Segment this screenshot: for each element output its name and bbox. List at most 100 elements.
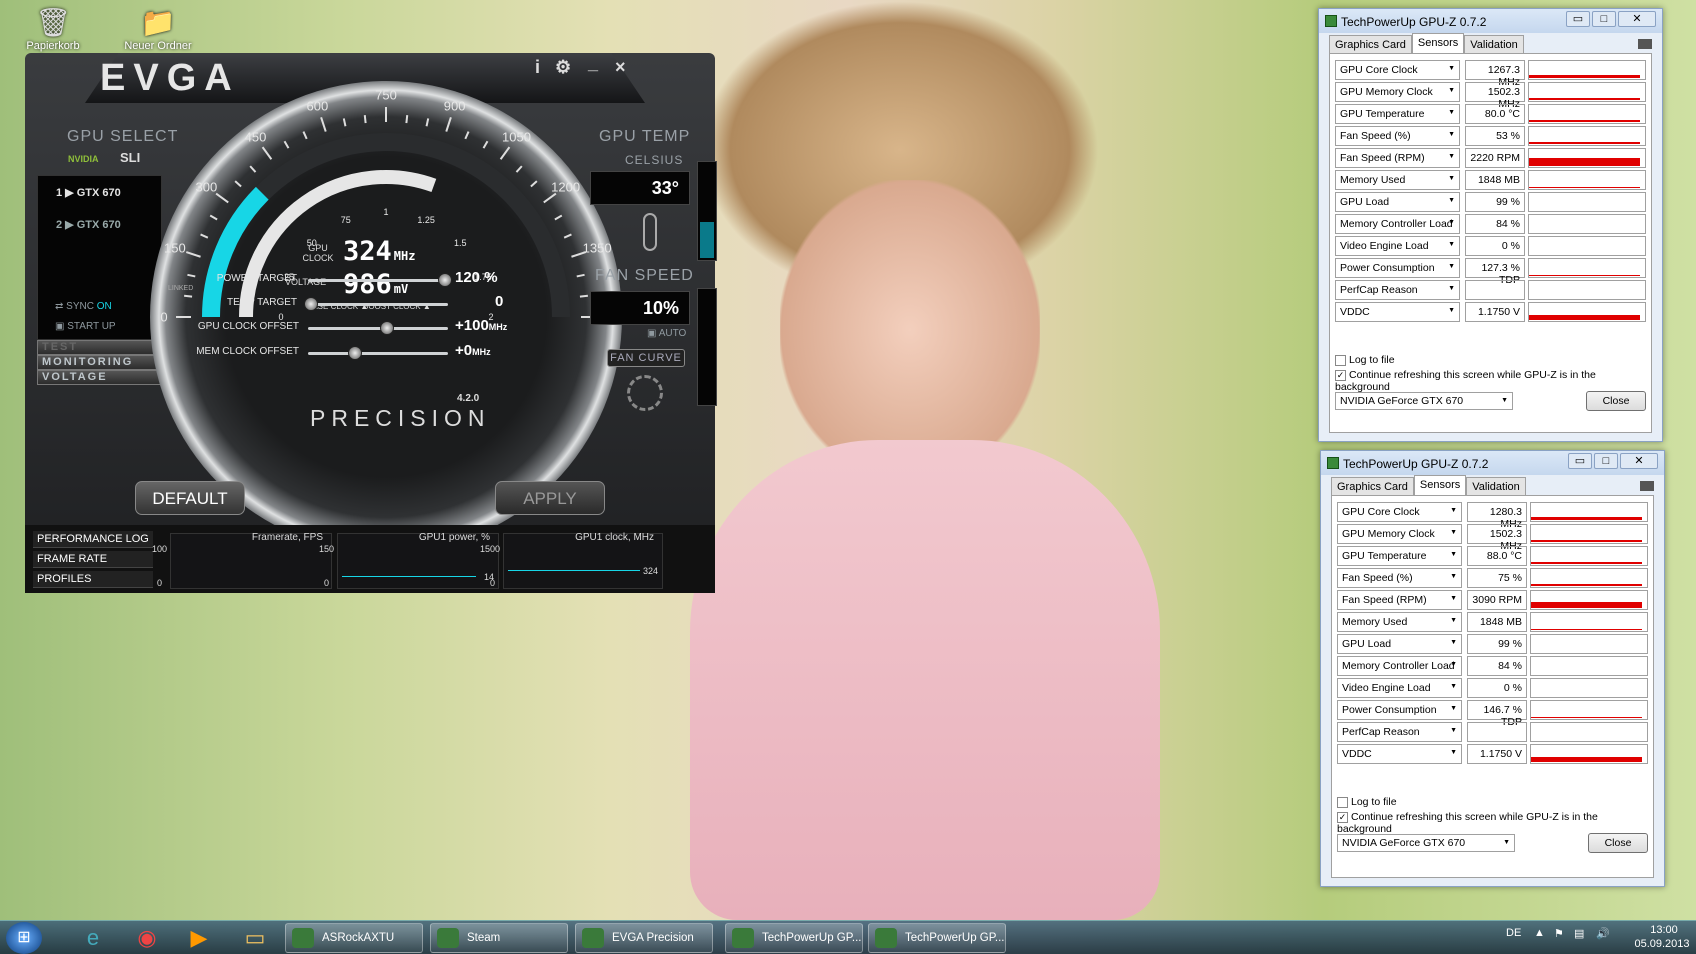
slider-track[interactable] (308, 346, 448, 360)
sensor-graph-bar (1529, 275, 1641, 276)
monitor-graph[interactable]: Framerate, FPS 100 0 (152, 532, 332, 589)
sensor-name-dropdown[interactable]: Video Engine Load (1335, 236, 1460, 256)
sensor-name-dropdown[interactable]: Memory Controller Load (1335, 214, 1460, 234)
sensor-name-dropdown[interactable]: Memory Used (1337, 612, 1462, 632)
log-to-file-checkbox[interactable]: Log to file (1337, 796, 1397, 808)
sensor-name-dropdown[interactable]: Fan Speed (%) (1337, 568, 1462, 588)
tab-sensors[interactable]: Sensors (1411, 33, 1465, 54)
tab-graphics-card[interactable]: Graphics Card (1329, 35, 1412, 54)
sensor-name-dropdown[interactable]: VDDC (1335, 302, 1460, 322)
monitor-graph[interactable]: GPU1 power, % 150 0 14 (319, 532, 499, 589)
network-icon[interactable]: ▤ (1574, 927, 1584, 940)
sensor-value: MAX88.0 °C (1467, 546, 1612, 566)
taskbar-item[interactable]: Steam (430, 923, 568, 953)
chrome-icon[interactable]: ◉ (124, 923, 170, 953)
sensor-name-dropdown[interactable]: Fan Speed (%) (1335, 126, 1460, 146)
sensor-name-dropdown[interactable]: GPU Load (1337, 634, 1462, 654)
frame-rate-target-button[interactable]: FRAME RATE TARGET (33, 551, 153, 582)
apply-button[interactable]: APPLY (495, 481, 605, 515)
sensor-name-dropdown[interactable]: Fan Speed (RPM) (1337, 590, 1462, 610)
close-button[interactable]: Close (1588, 833, 1648, 853)
log-to-file-checkbox[interactable]: Log to file (1335, 354, 1395, 366)
taskbar-item[interactable]: ASRockAXTU (285, 923, 423, 953)
minimize-button[interactable]: _ (588, 53, 598, 74)
auto-checkbox[interactable]: ▣ AUTO (647, 328, 686, 339)
taskbar-item[interactable]: TechPowerUp GP... (725, 923, 863, 953)
slider-knob[interactable] (304, 297, 318, 311)
clock-time[interactable]: 13:00 (1634, 924, 1694, 936)
desktop-icon-recycle-bin[interactable]: 🗑 Papierkorb (13, 6, 93, 52)
media-player-icon[interactable]: ▶ (176, 923, 222, 953)
sensor-row: GPU Temperature MAX80.0 °C (1335, 104, 1646, 124)
gpu-item-2[interactable]: 2 ▶ GTX 670 (56, 218, 121, 231)
internet-explorer-icon[interactable]: e (70, 923, 116, 953)
graph-min: 0 (324, 578, 330, 588)
sync-toggle[interactable]: ⇄ SYNC ON (55, 301, 112, 312)
info-icon[interactable]: i (535, 57, 540, 78)
volume-icon[interactable]: 🔊 (1596, 927, 1610, 940)
sensor-name-dropdown[interactable]: GPU Core Clock (1337, 502, 1462, 522)
minimize-button[interactable]: ▭ (1568, 453, 1592, 469)
graph-title: GPU1 power, % (418, 532, 490, 543)
sensor-name-dropdown[interactable]: Memory Used (1335, 170, 1460, 190)
sensor-name-dropdown[interactable]: Memory Controller Load (1337, 656, 1462, 676)
screenshot-icon[interactable] (1638, 39, 1652, 49)
minimize-button[interactable]: ▭ (1566, 11, 1590, 27)
sensor-name-dropdown[interactable]: PerfCap Reason (1335, 280, 1460, 300)
language-indicator[interactable]: DE (1506, 927, 1521, 939)
sensor-name-dropdown[interactable]: VDDC (1337, 744, 1462, 764)
screenshot-icon[interactable] (1640, 481, 1654, 491)
sensor-name-dropdown[interactable]: Fan Speed (RPM) (1335, 148, 1460, 168)
fan-curve-button[interactable]: FAN CURVE (607, 349, 685, 367)
sensor-name-dropdown[interactable]: GPU Load (1335, 192, 1460, 212)
gpu-select-dropdown[interactable]: NVIDIA GeForce GTX 670 (1337, 834, 1515, 852)
taskbar-item[interactable]: EVGA Precision (575, 923, 713, 953)
tab-graphics-card[interactable]: Graphics Card (1331, 477, 1414, 496)
close-button[interactable]: × (615, 57, 626, 78)
sensor-name-dropdown[interactable]: Power Consumption (1335, 258, 1460, 278)
sensor-name-dropdown[interactable]: GPU Temperature (1337, 546, 1462, 566)
sensors-panel: GPU Core Clock MAX1280.3 MHz GPU Memory … (1331, 495, 1654, 878)
sensor-name-dropdown[interactable]: Video Engine Load (1337, 678, 1462, 698)
slider-track[interactable] (308, 321, 448, 335)
slider-knob[interactable] (438, 273, 452, 287)
monitor-graph[interactable]: GPU1 clock, MHz 1500 0 324 (480, 532, 663, 589)
slider-track[interactable] (304, 297, 448, 311)
tab-validation[interactable]: Validation (1464, 35, 1524, 54)
close-button[interactable]: Close (1586, 391, 1646, 411)
continue-refresh-checkbox[interactable]: ✓ Continue refreshing this screen while G… (1335, 369, 1651, 393)
gpuz-titlebar[interactable]: TechPowerUp GPU-Z 0.7.2 ▭ □ ✕ (1321, 451, 1664, 475)
slider-track[interactable] (308, 273, 452, 287)
profiles-button[interactable]: PROFILES (33, 571, 153, 588)
clock-date[interactable]: 05.09.2013 (1630, 938, 1694, 950)
default-button[interactable]: DEFAULT (135, 481, 245, 515)
explorer-icon[interactable]: ▭ (232, 923, 278, 953)
gpuz-titlebar[interactable]: TechPowerUp GPU-Z 0.7.2 ▭ □ ✕ (1319, 9, 1662, 33)
maximize-button[interactable]: □ (1592, 11, 1616, 27)
sensor-name-dropdown[interactable]: PerfCap Reason (1337, 722, 1462, 742)
close-button[interactable]: ✕ (1618, 11, 1656, 27)
startup-toggle[interactable]: ▣ START UP (55, 321, 116, 332)
sensor-name-dropdown[interactable]: GPU Memory Clock (1337, 524, 1462, 544)
start-button[interactable]: ⊞ (6, 922, 42, 954)
gpuz-title: TechPowerUp GPU-Z 0.7.2 (1343, 457, 1489, 471)
sensor-name-dropdown[interactable]: GPU Core Clock (1335, 60, 1460, 80)
gpu-item-1[interactable]: 1 ▶ GTX 670 (56, 186, 121, 199)
settings-icon[interactable]: ⚙ (555, 57, 571, 78)
taskbar-item[interactable]: TechPowerUp GP... (868, 923, 1006, 953)
continue-refresh-checkbox[interactable]: ✓ Continue refreshing this screen while G… (1337, 811, 1653, 835)
maximize-button[interactable]: □ (1594, 453, 1618, 469)
gpu-select-dropdown[interactable]: NVIDIA GeForce GTX 670 (1335, 392, 1513, 410)
sensor-row: GPU Temperature MAX88.0 °C (1337, 546, 1648, 566)
tray-arrow-icon[interactable]: ▲ (1534, 927, 1545, 939)
tab-sensors[interactable]: Sensors (1413, 475, 1467, 496)
sensor-name-dropdown[interactable]: Power Consumption (1337, 700, 1462, 720)
sensor-graph-bar (1529, 142, 1641, 144)
action-center-icon[interactable]: ⚑ (1554, 927, 1564, 940)
desktop-icon-new-folder[interactable]: 📁 Neuer Ordner (118, 6, 198, 52)
performance-log-button[interactable]: PERFORMANCE LOG (33, 531, 153, 548)
tab-validation[interactable]: Validation (1466, 477, 1526, 496)
close-button[interactable]: ✕ (1620, 453, 1658, 469)
sensor-name-dropdown[interactable]: GPU Memory Clock (1335, 82, 1460, 102)
sensor-name-dropdown[interactable]: GPU Temperature (1335, 104, 1460, 124)
